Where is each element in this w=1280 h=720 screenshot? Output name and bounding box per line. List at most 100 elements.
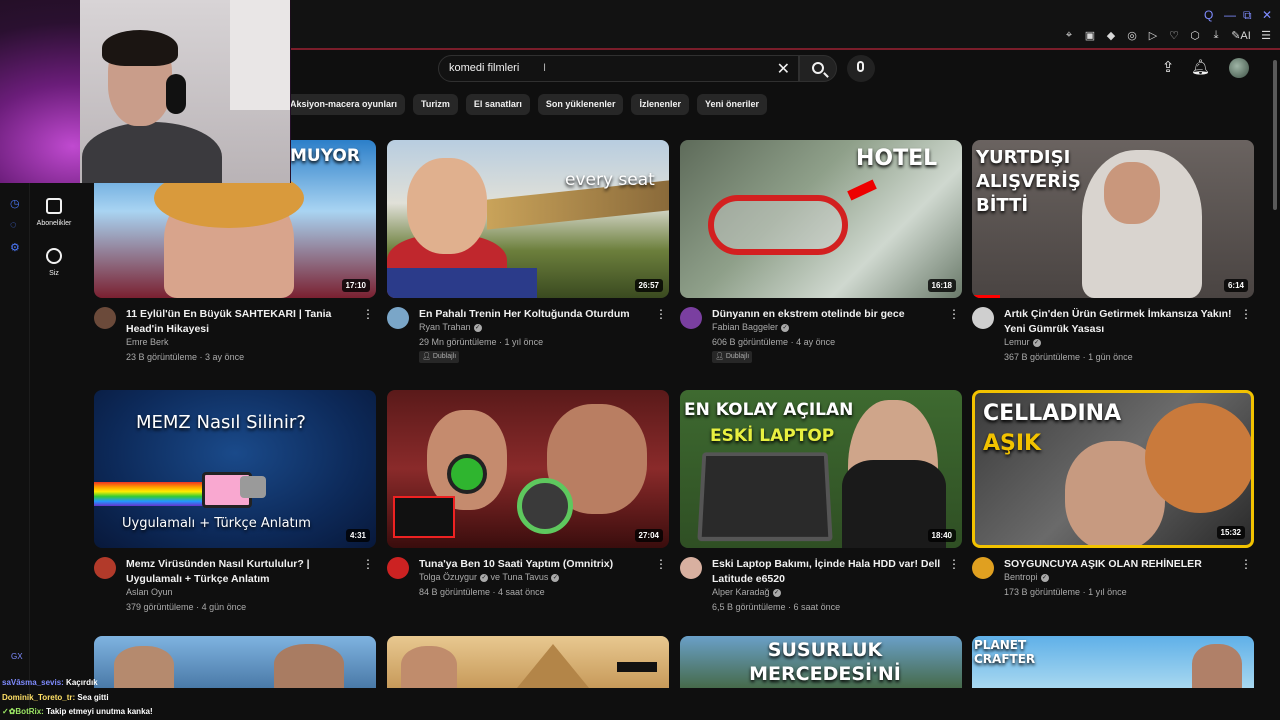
- more-options-icon[interactable]: ⋮: [362, 307, 374, 321]
- dubbed-badge: 👤︎ Dublajlı: [712, 351, 753, 363]
- video-card[interactable]: MEMZ Nasıl Silinir? Uygulamalı + Türkçe …: [94, 390, 376, 633]
- upload-age: 1 yıl önce: [1088, 587, 1127, 597]
- extension-icons: ⌖ ▣ ◆ ◎ ▷ ♡ ⬡ ⤓ ✎AI ☰: [1063, 29, 1272, 42]
- chat-message: ✓✿BotRix: Takip etmeyi unutma kanka!: [2, 705, 302, 720]
- chip-new-to-you[interactable]: Yeni öneriler: [696, 94, 767, 115]
- search-button[interactable]: [799, 55, 837, 82]
- channel-name[interactable]: Fabian Baggeler ✓: [712, 322, 790, 332]
- ai-icon[interactable]: ✎AI: [1231, 29, 1251, 42]
- tab-accent-line: [290, 48, 1280, 50]
- video-card[interactable]: every seat 26:57 En Pahalı Trenin Her Ko…: [387, 140, 669, 383]
- screenshot-icon[interactable]: ▣: [1084, 29, 1096, 42]
- download-icon[interactable]: ⤓: [1210, 29, 1222, 42]
- channel-avatar[interactable]: [387, 557, 409, 579]
- more-options-icon[interactable]: ⋮: [362, 557, 374, 571]
- video-title[interactable]: Eski Laptop Bakımı, İçinde Hala HDD var!…: [712, 557, 948, 587]
- channel-name[interactable]: Bentropi ✓: [1004, 572, 1049, 582]
- verified-icon: ✓: [473, 323, 482, 332]
- video-thumbnail[interactable]: HOTEL 16:18: [680, 140, 962, 298]
- channel-name[interactable]: Ryan Trahan ✓: [419, 322, 482, 332]
- verified-icon: ✓: [772, 588, 781, 597]
- thumbnail-censor-bar: [617, 662, 657, 672]
- sidebar-item-you[interactable]: Siz: [34, 248, 74, 277]
- video-thumbnail[interactable]: MEMZ Nasıl Silinir? Uygulamalı + Türkçe …: [94, 390, 376, 548]
- chip-watched[interactable]: İzlenenler: [631, 94, 689, 115]
- close-window-icon[interactable]: ✕: [1262, 8, 1272, 22]
- chat-username: saVâsma_sevis:: [2, 678, 64, 687]
- clear-search-icon[interactable]: ✕: [777, 59, 790, 79]
- video-title[interactable]: 11 Eylül'ün En Büyük SAHTEKARI | Tania H…: [126, 307, 362, 337]
- pin-icon[interactable]: ⌖: [1063, 29, 1075, 42]
- video-thumbnail[interactable]: 27:04: [387, 390, 669, 548]
- video-thumbnail[interactable]: CELLADINA AŞIK 15:32: [972, 390, 1254, 548]
- channel-avatar[interactable]: [680, 307, 702, 329]
- search-input[interactable]: komedi filmleri I ✕: [438, 55, 799, 82]
- more-options-icon[interactable]: ⋮: [948, 307, 960, 321]
- channel-name[interactable]: Lemur ✓: [1004, 337, 1041, 347]
- channel-name[interactable]: Alper Karadağ ✓: [712, 587, 781, 597]
- video-card[interactable]: CELLADINA AŞIK 15:32 SOYGUNCUYA AŞIK OLA…: [972, 390, 1254, 633]
- channel-avatar[interactable]: [94, 557, 116, 579]
- account-avatar[interactable]: [1229, 58, 1249, 78]
- more-options-icon[interactable]: ⋮: [948, 557, 960, 571]
- thumbnail-text: PLANET CRAFTER: [974, 638, 1036, 666]
- chip-recently-uploaded[interactable]: Son yüklenenler: [537, 94, 624, 115]
- chip-tourism[interactable]: Turizm: [413, 94, 458, 115]
- video-thumbnail[interactable]: every seat 26:57: [387, 140, 669, 298]
- chip-action-adventure[interactable]: Aksiyon-macera oyunları: [284, 94, 406, 115]
- browser-search-icon[interactable]: Q: [1204, 8, 1213, 22]
- chip-crafts[interactable]: El sanatları: [465, 94, 530, 115]
- webcam-overlay: [0, 0, 291, 183]
- duration-badge: 4:31: [345, 529, 370, 542]
- messenger-icon[interactable]: ◌: [10, 219, 17, 231]
- minimize-icon[interactable]: —: [1224, 8, 1236, 22]
- more-options-icon[interactable]: ⋮: [655, 307, 667, 321]
- video-title[interactable]: Artık Çin'den Ürün Getirmek İmkansıza Ya…: [1004, 307, 1240, 337]
- channel-name[interactable]: Aslan Oyun: [126, 587, 173, 597]
- channel-avatar[interactable]: [680, 557, 702, 579]
- video-card[interactable]: YURTDIŞI ALIŞVERİŞ BİTTİ 6:14 Artık Çin'…: [972, 140, 1254, 383]
- channel-avatar[interactable]: [972, 557, 994, 579]
- video-thumbnail[interactable]: YURTDIŞI ALIŞVERİŞ BİTTİ 6:14: [972, 140, 1254, 298]
- sidebar-item-subscriptions[interactable]: Abonelikler: [34, 198, 74, 227]
- channel-avatar[interactable]: [387, 307, 409, 329]
- video-thumbnail[interactable]: PLANET CRAFTER: [972, 636, 1254, 688]
- page-scrollbar[interactable]: [1273, 60, 1277, 210]
- shield-icon[interactable]: ◆: [1105, 29, 1117, 42]
- video-title[interactable]: Dünyanın en ekstrem otelinde bir gece: [712, 307, 948, 322]
- maximize-icon[interactable]: ⧉: [1243, 8, 1252, 23]
- channel-avatar[interactable]: [972, 307, 994, 329]
- upload-age: 3 ay önce: [205, 352, 245, 362]
- more-options-icon[interactable]: ⋮: [1240, 307, 1252, 321]
- video-title[interactable]: Tuna'ya Ben 10 Saati Yaptım (Omnitrix): [419, 557, 655, 572]
- more-options-icon[interactable]: ⋮: [655, 557, 667, 571]
- video-title[interactable]: Memz Virüsünden Nasıl Kurtululur? | Uygu…: [126, 557, 362, 587]
- duration-badge: 26:57: [634, 279, 663, 292]
- subscriptions-icon: [46, 198, 62, 214]
- video-card[interactable]: 27:04 Tuna'ya Ben 10 Saati Yaptım (Omnit…: [387, 390, 669, 633]
- video-card[interactable]: EN KOLAY AÇILAN ESKİ LAPTOP 18:40 Eski L…: [680, 390, 962, 633]
- video-thumbnail[interactable]: [387, 636, 669, 688]
- video-thumbnail[interactable]: SUSURLUK MERCEDESİ'Nİ: [680, 636, 962, 688]
- channel-name[interactable]: Tolga Özuygur ✓ ve Tuna Tavus ✓: [419, 572, 560, 582]
- channel-name[interactable]: Emre Berk: [126, 337, 169, 347]
- video-stats: 29 Mn görüntüleme · 1 yıl önce: [419, 337, 544, 347]
- menu-icon[interactable]: ☰: [1260, 29, 1272, 42]
- play-icon[interactable]: ▷: [1147, 29, 1159, 42]
- camera-icon[interactable]: ◎: [1126, 29, 1138, 42]
- heart-icon[interactable]: ♡: [1168, 29, 1180, 42]
- settings-icon[interactable]: ⚙: [10, 241, 20, 254]
- more-options-icon[interactable]: ⋮: [1240, 557, 1252, 571]
- channel-avatar[interactable]: [94, 307, 116, 329]
- video-title[interactable]: En Pahalı Trenin Her Koltuğunda Oturdum: [419, 307, 655, 322]
- notifications-icon[interactable]: 🔔︎: [1191, 59, 1210, 77]
- video-title[interactable]: SOYGUNCUYA AŞIK OLAN REHİNELER: [1004, 557, 1240, 572]
- history-icon[interactable]: ◷: [10, 197, 20, 210]
- upload-icon[interactable]: ⇪: [1159, 59, 1177, 77]
- thumbnail-text: MUYOR: [290, 146, 360, 166]
- voice-search-button[interactable]: [847, 55, 875, 82]
- cube-icon[interactable]: ⬡: [1189, 29, 1201, 42]
- thumbnail-text: SUSURLUK MERCEDESİ'Nİ: [749, 639, 901, 685]
- video-card[interactable]: HOTEL 16:18 Dünyanın en ekstrem otelinde…: [680, 140, 962, 383]
- video-thumbnail[interactable]: EN KOLAY AÇILAN ESKİ LAPTOP 18:40: [680, 390, 962, 548]
